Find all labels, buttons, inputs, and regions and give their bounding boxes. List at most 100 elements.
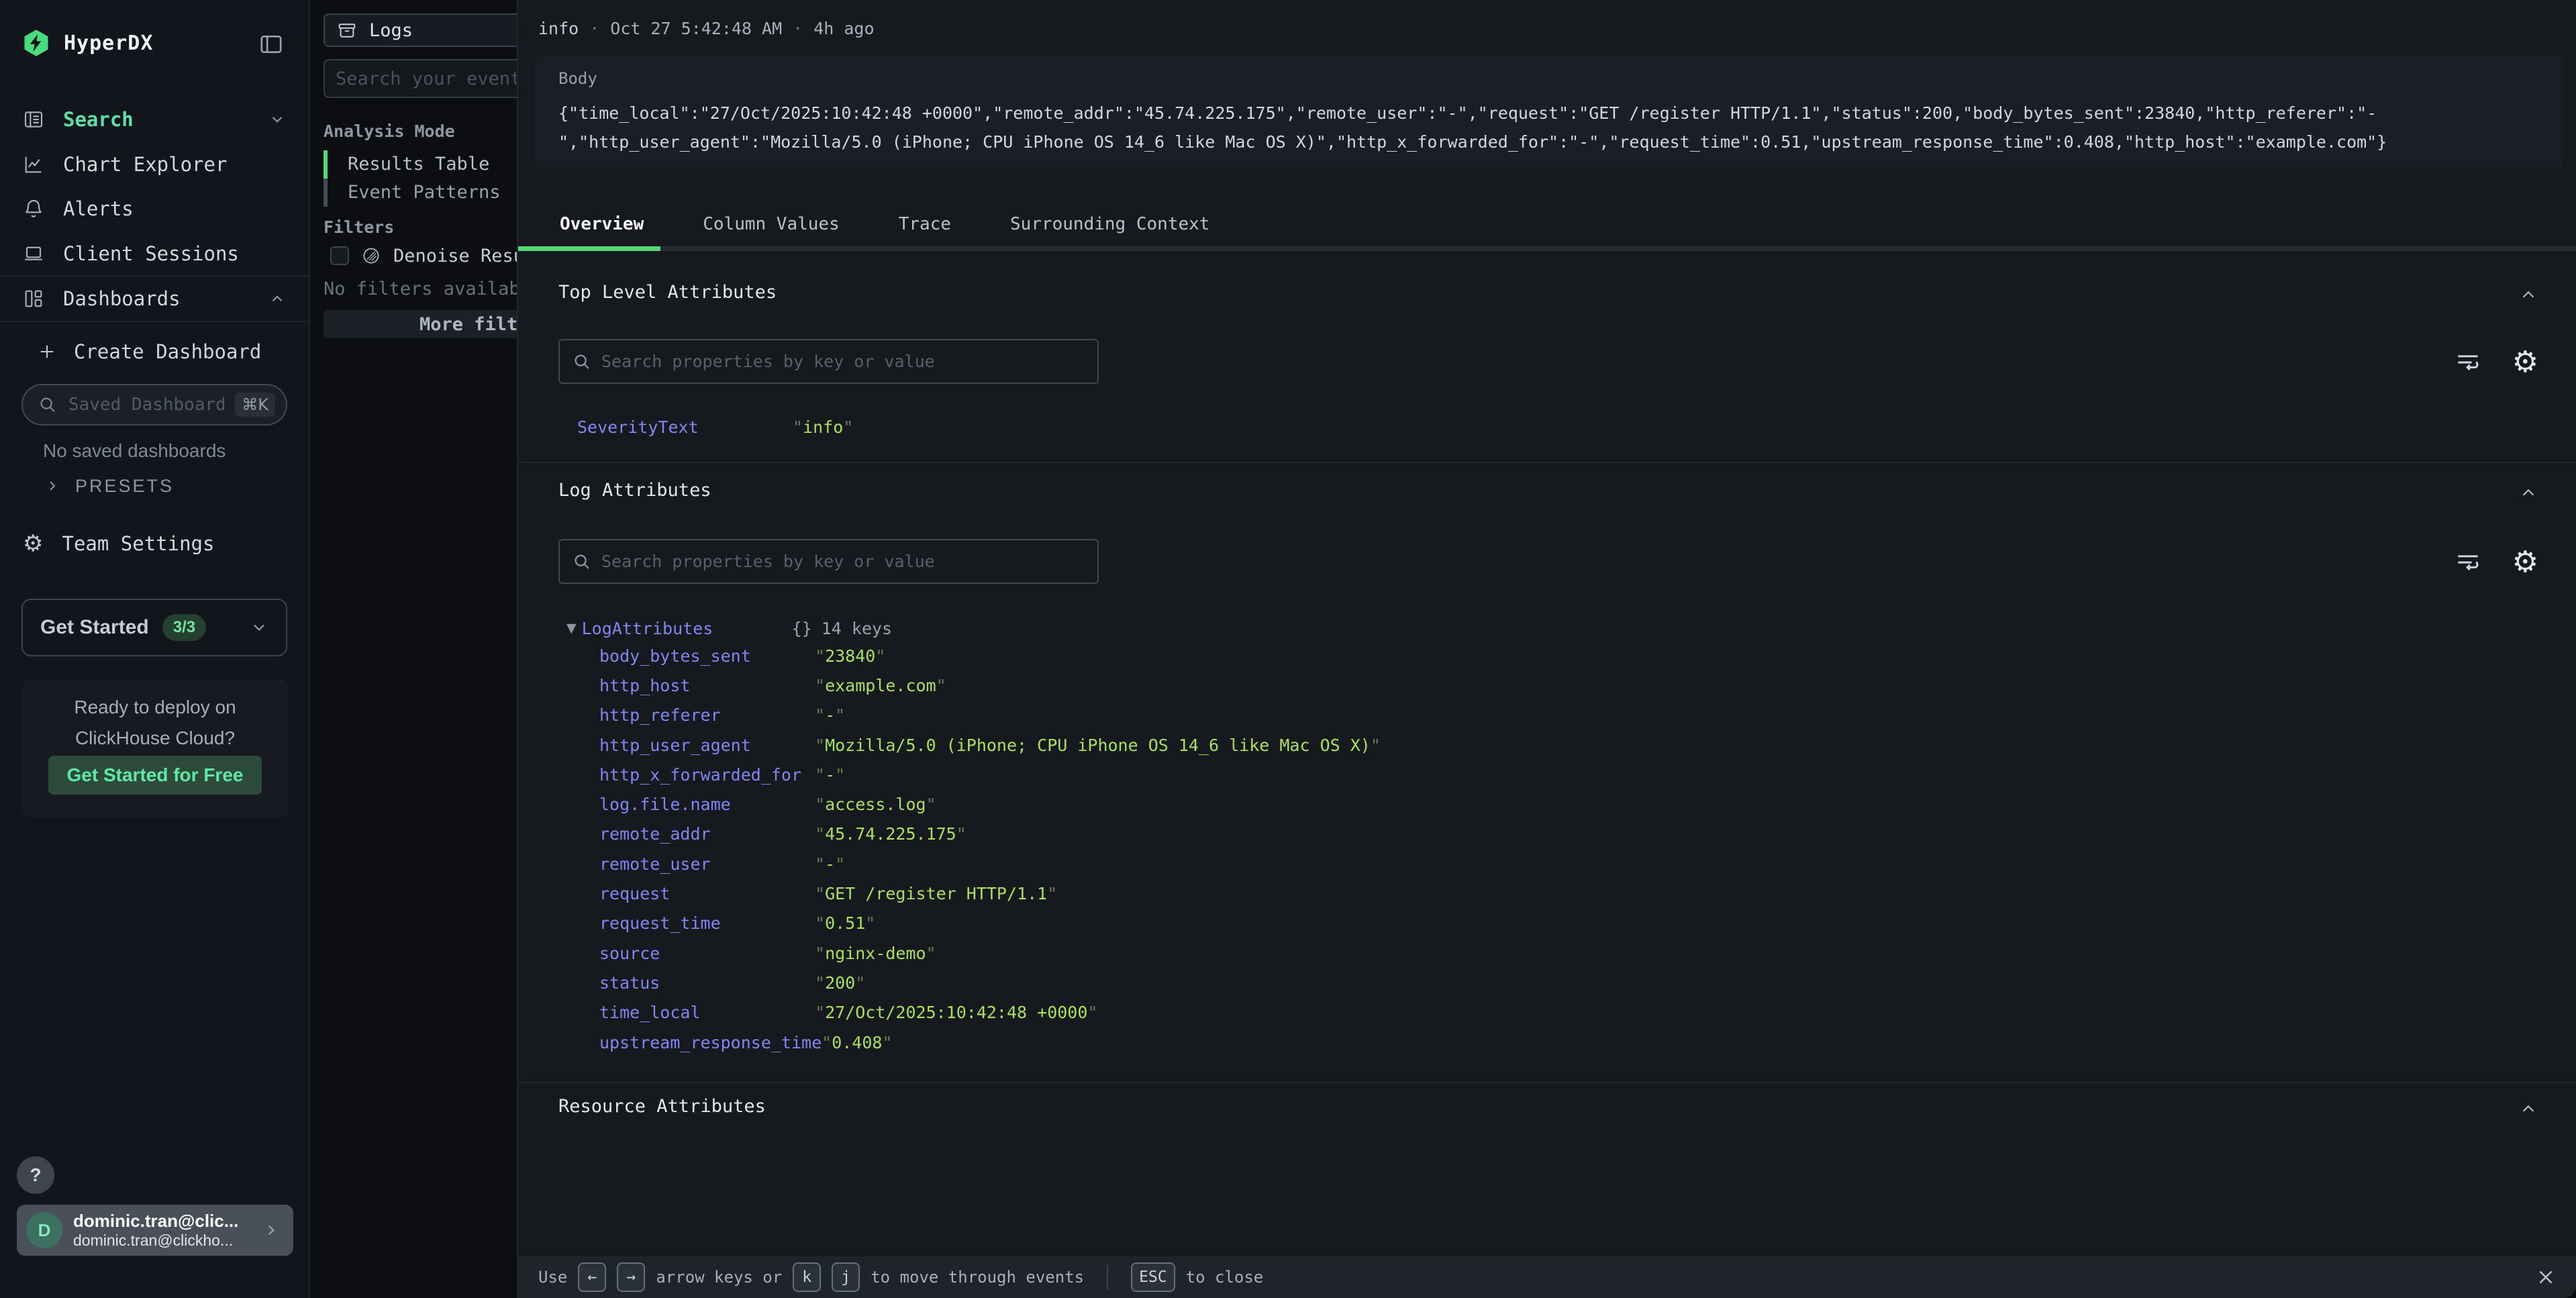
gear-icon[interactable]: ⚙ (2512, 348, 2538, 377)
tab-column-values[interactable]: Column Values (673, 214, 869, 234)
attribute-key[interactable]: source (599, 944, 815, 963)
attribute-key[interactable]: time_local (599, 1003, 815, 1022)
archive-box-icon (337, 20, 357, 40)
attribute-value[interactable]: example.com (815, 676, 946, 695)
attribute-key[interactable]: log.file.name (599, 795, 815, 814)
body-label: Body (558, 69, 2540, 88)
body-json-content[interactable]: {"time_local":"27/Oct/2025:10:42:48 +000… (558, 99, 2540, 156)
wrap-lines-icon[interactable] (2453, 548, 2483, 577)
attribute-key[interactable]: remote_addr (599, 824, 815, 844)
brand-name: HyperDX (64, 32, 153, 55)
attribute-value[interactable]: - (815, 765, 845, 785)
attribute-key[interactable]: body_bytes_sent (599, 646, 815, 666)
denoise-checkbox[interactable] (330, 246, 349, 265)
log-attributes-search-input[interactable] (601, 552, 1085, 571)
top-level-search-input[interactable] (601, 352, 1085, 371)
footer-text: to close (1186, 1268, 1264, 1287)
gear-icon[interactable]: ⚙ (2512, 548, 2538, 577)
attribute-key[interactable]: http_host (599, 676, 815, 695)
chevron-up-icon[interactable] (2518, 1099, 2538, 1119)
body-card: Body {"time_local":"27/Oct/2025:10:42:48… (535, 56, 2563, 167)
denoise-label: Denoise Resul (393, 246, 535, 266)
attribute-value[interactable]: access.log (815, 795, 936, 814)
attribute-key[interactable]: SeverityText (577, 417, 793, 437)
sidebar-item-client-sessions[interactable]: Client Sessions (0, 232, 309, 276)
attribute-key[interactable]: request (599, 884, 815, 903)
create-dashboard-button[interactable]: Create Dashboard (0, 330, 309, 374)
attribute-key[interactable]: http_x_forwarded_for (599, 765, 815, 785)
attribute-value[interactable]: 0.408 (822, 1033, 892, 1052)
sidebar-item-search[interactable]: Search (0, 97, 309, 142)
close-icon[interactable] (2534, 1266, 2557, 1289)
attribute-key[interactable]: status (599, 973, 815, 993)
attribute-key[interactable]: request_time (599, 913, 815, 933)
dashboards-icon (23, 288, 44, 309)
collapse-caret-icon[interactable]: ▼ (566, 621, 577, 636)
tree-root-name[interactable]: LogAttributes (582, 619, 792, 638)
sidebar-item-dashboards[interactable]: Dashboards (0, 277, 309, 321)
tab-overview[interactable]: Overview (530, 214, 673, 234)
attribute-row: requestGET /register HTTP/1.1 (599, 879, 1381, 908)
chevron-up-icon[interactable] (2518, 483, 2538, 503)
sidebar-item-chart-explorer[interactable]: Chart Explorer (0, 142, 309, 187)
attribute-row: http_referer- (599, 701, 1381, 730)
sidebar-item-label: Dashboards (63, 287, 181, 310)
sidebar-item-team-settings[interactable]: ⚙ Team Settings (0, 521, 309, 566)
section-divider (518, 462, 2576, 463)
attribute-key[interactable]: http_referer (599, 705, 815, 725)
attribute-value[interactable]: 27/Oct/2025:10:42:48 +0000 (815, 1003, 1097, 1022)
top-level-search-box[interactable] (558, 339, 1099, 384)
user-account-card[interactable]: D dominic.tran@clic... dominic.tran@clic… (17, 1205, 293, 1256)
log-attributes-root: ▼ LogAttributes {} 14 keys (566, 617, 892, 639)
attribute-row: sourcenginx-demo (599, 938, 1381, 968)
attribute-key[interactable]: http_user_agent (599, 736, 815, 755)
chevron-up-icon[interactable] (268, 290, 286, 307)
attribute-value[interactable]: Mozilla/5.0 (iPhone; CPU iPhone OS 14_6 … (815, 736, 1381, 755)
section-divider (518, 1082, 2576, 1083)
log-attributes-search-box[interactable] (558, 539, 1099, 584)
attribute-value[interactable]: 0.51 (815, 913, 875, 933)
sidebar-item-label: Search (63, 108, 134, 131)
sidebar-item-alerts[interactable]: Alerts (0, 187, 309, 231)
attribute-row: remote_user- (599, 849, 1381, 879)
attribute-value[interactable]: - (815, 854, 845, 874)
attribute-key[interactable]: remote_user (599, 854, 815, 874)
event-search-input[interactable] (336, 68, 540, 89)
attribute-value[interactable]: GET /register HTTP/1.1 (815, 884, 1057, 903)
attribute-value[interactable]: - (815, 705, 845, 725)
source-label: Logs (369, 20, 413, 41)
saved-dashboards-input[interactable] (68, 395, 224, 415)
attribute-value[interactable]: nginx-demo (815, 944, 936, 963)
presets-toggle[interactable]: PRESETS (44, 472, 174, 499)
attribute-key[interactable]: upstream_response_time (599, 1033, 822, 1052)
app-root: HyperDX Search Chart Explorer Alerts (0, 0, 2576, 1298)
attribute-value[interactable]: info (793, 417, 853, 437)
attribute-value[interactable]: 45.74.225.175 (815, 824, 967, 844)
arrow-right-key: → (617, 1262, 645, 1292)
footer-text: to move through events (871, 1268, 1084, 1287)
chevron-down-icon[interactable] (268, 111, 286, 128)
saved-dashboards-search[interactable]: ⌘K (21, 384, 287, 426)
tab-trace[interactable]: Trace (869, 214, 981, 234)
j-key: j (832, 1262, 860, 1292)
log-attributes-rows: body_bytes_sent23840 http_hostexample.co… (599, 641, 1381, 1057)
promo-line1: Ready to deploy on (21, 697, 289, 718)
chevron-down-icon (250, 618, 268, 637)
get-started-free-button[interactable]: Get Started for Free (48, 756, 262, 795)
wrap-lines-icon[interactable] (2453, 348, 2483, 377)
attribute-value[interactable]: 200 (815, 973, 865, 993)
event-header: info · Oct 27 5:42:48 AM · 4h ago (538, 16, 875, 40)
search-icon (572, 352, 592, 372)
sidebar-collapse-icon[interactable] (258, 31, 285, 58)
chevron-up-icon[interactable] (2518, 285, 2538, 305)
get-started-expander[interactable]: Get Started 3/3 (21, 599, 287, 656)
top-level-attributes-title: Top Level Attributes (558, 282, 777, 303)
sidebar-divider (0, 321, 309, 322)
detail-tabs: Overview Column Values Trace Surrounding… (518, 201, 2576, 246)
help-button[interactable]: ? (17, 1156, 54, 1194)
tab-surrounding-context[interactable]: Surrounding Context (981, 214, 1239, 234)
no-saved-dashboards-text: No saved dashboards (43, 440, 226, 462)
search-icon (38, 395, 58, 415)
promo-line2: ClickHouse Cloud? (21, 728, 289, 749)
attribute-value[interactable]: 23840 (815, 646, 885, 666)
